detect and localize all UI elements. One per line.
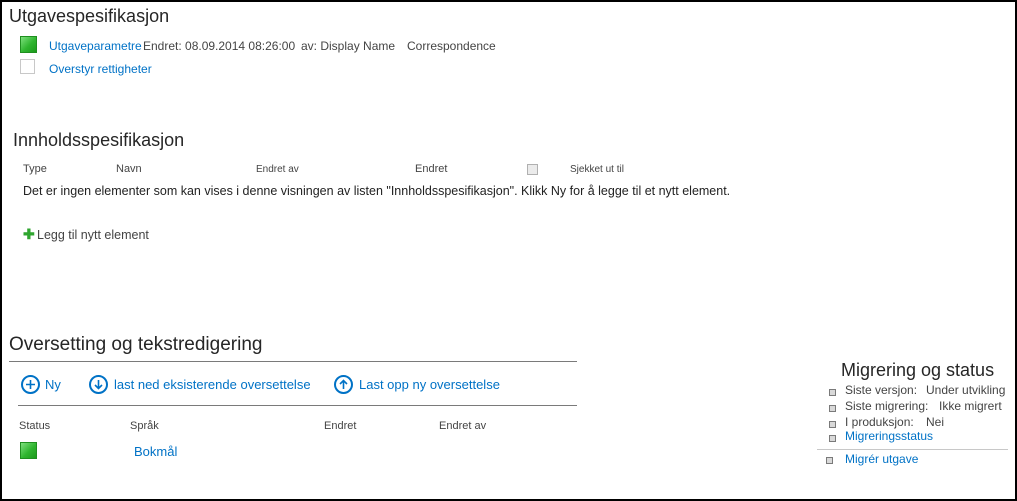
upload-translation-link[interactable]: Last opp ny oversettelse bbox=[359, 377, 500, 392]
empty-list-message: Det er ingen elementer som kan vises i d… bbox=[23, 184, 731, 198]
col-endret-av[interactable]: Endret av bbox=[256, 164, 299, 175]
bullet-icon bbox=[829, 421, 836, 428]
add-icon: ✚ bbox=[23, 226, 35, 242]
status-ok-icon bbox=[20, 36, 37, 53]
actions-divider bbox=[18, 405, 577, 406]
ny-button[interactable]: Ny bbox=[45, 377, 61, 392]
siste-versjon-label: Siste versjon: bbox=[845, 383, 918, 397]
overstyr-rettigheter-link[interactable]: Overstyr rettigheter bbox=[49, 62, 152, 76]
migrer-utgave-link[interactable]: Migrér utgave bbox=[845, 452, 918, 466]
upload-icon[interactable] bbox=[334, 375, 353, 394]
utgave-type: Correspondence bbox=[407, 39, 496, 53]
language-link[interactable]: Bokmål bbox=[134, 444, 177, 459]
siste-versjon-value: Under utvikling bbox=[926, 383, 1006, 397]
migrering-title: Migrering og status bbox=[841, 360, 995, 380]
migrering-divider bbox=[817, 449, 1008, 450]
bullet-icon bbox=[829, 435, 836, 442]
add-circle-icon[interactable] bbox=[21, 375, 40, 394]
migrate-icon bbox=[826, 457, 833, 464]
i-produksjon-value: Nei bbox=[926, 415, 945, 429]
siste-migrering-value: Ikke migrert bbox=[939, 399, 1002, 413]
col-sprak[interactable]: Språk bbox=[130, 420, 159, 432]
select-all-checkbox[interactable] bbox=[527, 164, 538, 175]
download-icon[interactable] bbox=[89, 375, 108, 394]
col-endret-av-oversetting[interactable]: Endret av bbox=[439, 420, 486, 432]
bullet-icon bbox=[829, 389, 836, 396]
download-translation-link[interactable]: last ned eksisterende oversettelse bbox=[114, 377, 311, 392]
override-checkbox[interactable] bbox=[20, 59, 35, 74]
col-status[interactable]: Status bbox=[19, 420, 50, 432]
i-produksjon-label: I produksjon: bbox=[845, 415, 914, 429]
col-sjekket-ut-til[interactable]: Sjekket ut til bbox=[570, 164, 624, 175]
utgave-changed-by: av: Display Name bbox=[301, 39, 396, 53]
migreringsstatus-link[interactable]: Migreringsstatus bbox=[845, 429, 933, 443]
siste-migrering-label: Siste migrering: bbox=[845, 399, 929, 413]
section-divider bbox=[9, 361, 577, 362]
col-endret[interactable]: Endret bbox=[415, 163, 447, 175]
col-type[interactable]: Type bbox=[23, 163, 47, 175]
innhold-title: Innholdsspesifikasjon bbox=[13, 130, 185, 150]
oversetting-title: Oversetting og tekstredigering bbox=[9, 334, 263, 355]
utgave-changed: Endret: 08.09.2014 08:26:00 bbox=[143, 39, 296, 53]
add-new-element-link[interactable]: Legg til nytt element bbox=[37, 228, 149, 242]
bullet-icon bbox=[829, 405, 836, 412]
translation-status-icon bbox=[20, 442, 37, 459]
col-endret-oversetting[interactable]: Endret bbox=[324, 420, 356, 432]
col-navn[interactable]: Navn bbox=[116, 163, 142, 175]
utgaveparametre-link[interactable]: Utgaveparametre bbox=[49, 39, 142, 53]
utgave-title: Utgavespesifikasjon bbox=[9, 6, 170, 26]
